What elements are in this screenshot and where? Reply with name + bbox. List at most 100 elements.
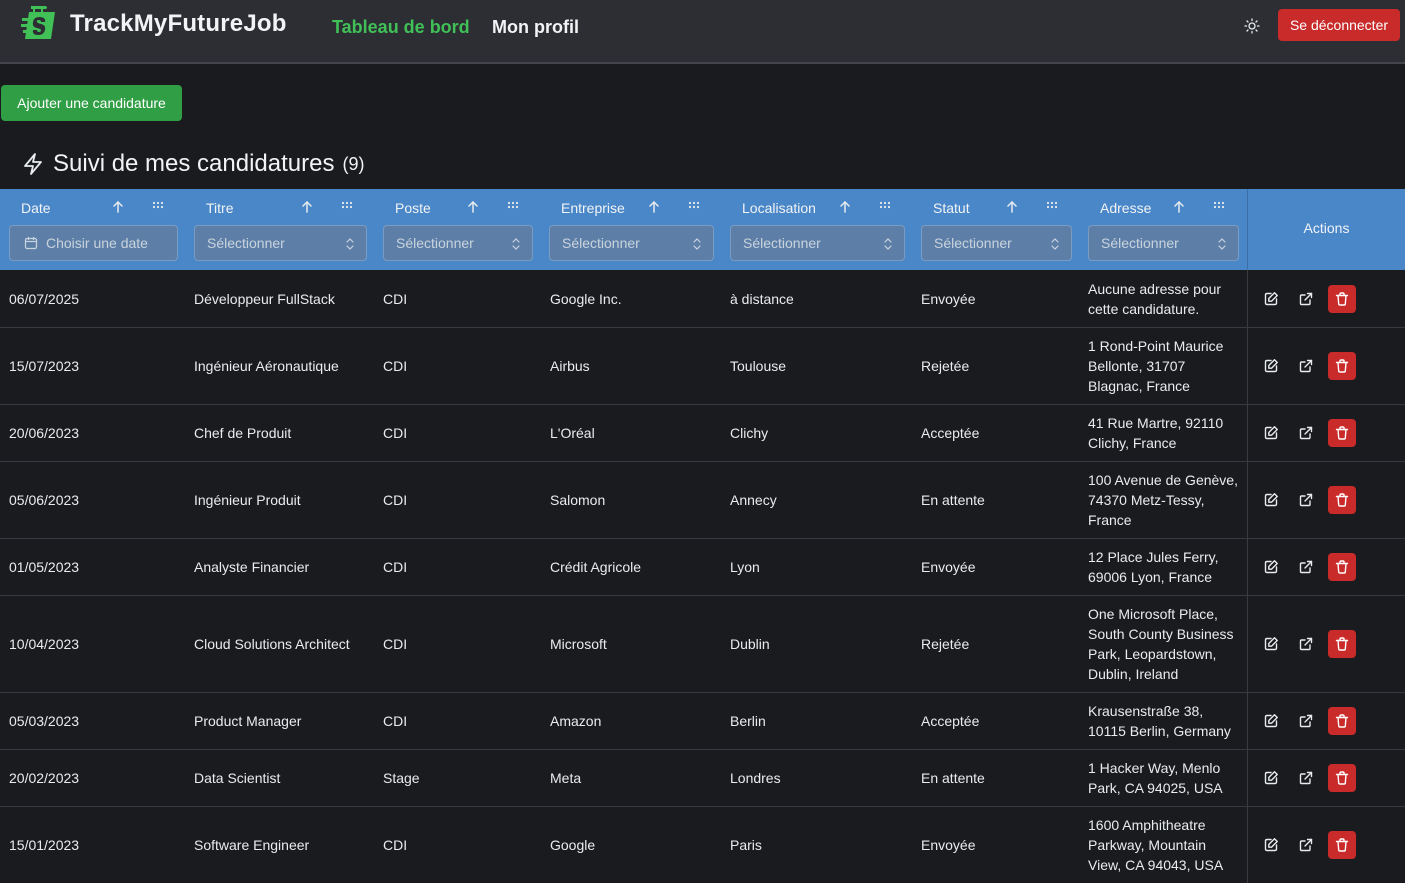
open-link-button[interactable] bbox=[1295, 489, 1317, 511]
trash-icon bbox=[1335, 637, 1349, 651]
date-filter-input[interactable]: Choisir une date bbox=[9, 225, 178, 261]
table-row: 10/04/2023 Cloud Solutions Architect CDI Mi… bbox=[0, 596, 1405, 693]
open-link-button[interactable] bbox=[1295, 633, 1317, 655]
edit-button[interactable] bbox=[1260, 767, 1282, 789]
edit-button[interactable] bbox=[1260, 288, 1282, 310]
grip-dots-icon[interactable] bbox=[878, 199, 892, 213]
edit-button[interactable] bbox=[1260, 489, 1282, 511]
app-title: TrackMyFutureJob bbox=[70, 10, 287, 37]
trash-icon bbox=[1335, 560, 1349, 574]
column-header-address: Adresse Sélectionner bbox=[1079, 189, 1247, 270]
cell-title: Ingénieur Aéronautique bbox=[194, 358, 339, 374]
nav-dashboard-link[interactable]: Tableau de bord bbox=[332, 17, 470, 38]
cell-position: CDI bbox=[383, 837, 408, 853]
company-filter-select[interactable]: Sélectionner bbox=[549, 225, 714, 261]
grip-dots-icon[interactable] bbox=[506, 199, 520, 213]
delete-button[interactable] bbox=[1328, 707, 1356, 735]
address-filter-select[interactable]: Sélectionner bbox=[1088, 225, 1239, 261]
cell-company: Crédit Agricole bbox=[550, 559, 642, 575]
cell-title: Software Engineer bbox=[194, 837, 310, 853]
cell-address: 41 Rue Martre, 92110 Clichy, France bbox=[1088, 415, 1224, 451]
arrow-up-icon[interactable] bbox=[1004, 199, 1020, 215]
edit-icon bbox=[1264, 291, 1278, 305]
add-application-button[interactable]: Ajouter une candidature bbox=[1, 85, 182, 121]
edit-icon bbox=[1264, 637, 1278, 651]
grip-dots-icon[interactable] bbox=[151, 199, 165, 213]
grip-dots-icon[interactable] bbox=[687, 199, 701, 213]
delete-button[interactable] bbox=[1328, 630, 1356, 658]
title-filter-select[interactable]: Sélectionner bbox=[194, 225, 367, 261]
delete-button[interactable] bbox=[1328, 352, 1356, 380]
open-link-button[interactable] bbox=[1295, 834, 1317, 856]
cell-location: à distance bbox=[730, 290, 794, 307]
column-label: Localisation bbox=[742, 200, 816, 216]
application-count: (9) bbox=[342, 153, 365, 174]
theme-toggle-button[interactable] bbox=[1238, 12, 1266, 40]
cell-location: Berlin bbox=[730, 713, 766, 729]
column-header-status: Statut Sélectionner bbox=[912, 189, 1079, 270]
cell-title: Product Manager bbox=[194, 713, 302, 729]
arrow-up-icon[interactable] bbox=[837, 199, 853, 215]
filter-placeholder: Sélectionner bbox=[396, 235, 474, 251]
status-filter-select[interactable]: Sélectionner bbox=[921, 225, 1072, 261]
arrow-up-icon[interactable] bbox=[110, 199, 126, 215]
cell-company: L'Oréal bbox=[550, 425, 595, 441]
edit-button[interactable] bbox=[1260, 556, 1282, 578]
grip-dots-icon[interactable] bbox=[340, 199, 354, 213]
column-header-actions: Actions bbox=[1247, 189, 1405, 270]
cell-status: En attente bbox=[921, 492, 985, 508]
column-header-company: Entreprise Sélectionner bbox=[541, 189, 721, 270]
arrow-up-icon[interactable] bbox=[299, 199, 315, 215]
edit-icon bbox=[1264, 426, 1278, 440]
shopping-bag-icon[interactable] bbox=[20, 4, 60, 42]
delete-button[interactable] bbox=[1328, 831, 1356, 859]
nav-profile-link[interactable]: Mon profil bbox=[492, 17, 579, 38]
external-link-icon bbox=[1299, 359, 1313, 373]
trash-icon bbox=[1335, 493, 1349, 507]
column-label: Adresse bbox=[1100, 200, 1152, 216]
delete-button[interactable] bbox=[1328, 553, 1356, 581]
arrow-up-icon[interactable] bbox=[646, 199, 662, 215]
edit-button[interactable] bbox=[1260, 710, 1282, 732]
delete-button[interactable] bbox=[1328, 764, 1356, 792]
cell-company: Amazon bbox=[550, 713, 602, 729]
external-link-icon bbox=[1299, 493, 1313, 507]
grip-dots-icon[interactable] bbox=[1045, 199, 1059, 213]
arrow-up-icon[interactable] bbox=[465, 199, 481, 215]
delete-button[interactable] bbox=[1328, 486, 1356, 514]
open-link-button[interactable] bbox=[1295, 556, 1317, 578]
filter-placeholder: Sélectionner bbox=[207, 235, 285, 251]
delete-button[interactable] bbox=[1328, 284, 1356, 313]
grip-dots-icon[interactable] bbox=[1212, 199, 1226, 213]
cell-title: Cloud Solutions Architect bbox=[194, 636, 350, 652]
table-row: 20/06/2023 Chef de Produit CDI L'Oréal Clich… bbox=[0, 405, 1405, 462]
delete-button[interactable] bbox=[1328, 419, 1356, 447]
open-link-button[interactable] bbox=[1295, 288, 1317, 310]
external-link-icon bbox=[1299, 771, 1313, 785]
sun-icon bbox=[1244, 18, 1260, 34]
edit-button[interactable] bbox=[1260, 355, 1282, 377]
arrow-up-icon[interactable] bbox=[1171, 199, 1187, 215]
cell-position: CDI bbox=[383, 492, 408, 508]
row-actions bbox=[1247, 462, 1405, 538]
open-link-button[interactable] bbox=[1295, 767, 1317, 789]
filter-placeholder: Choisir une date bbox=[46, 235, 148, 251]
position-filter-select[interactable]: Sélectionner bbox=[383, 225, 533, 261]
open-link-button[interactable] bbox=[1295, 710, 1317, 732]
filter-placeholder: Sélectionner bbox=[743, 235, 821, 251]
open-link-button[interactable] bbox=[1295, 422, 1317, 444]
cell-title: Développeur FullStack bbox=[194, 290, 335, 307]
logout-button[interactable]: Se déconnecter bbox=[1278, 9, 1400, 41]
cell-status: Acceptée bbox=[921, 425, 980, 441]
edit-button[interactable] bbox=[1260, 633, 1282, 655]
cell-status: Envoyée bbox=[921, 559, 976, 575]
page-title: Suivi de mes candidatures bbox=[53, 150, 335, 177]
calendar-icon bbox=[24, 237, 38, 250]
table-body: 06/07/2025 Développeur FullStack CDI Google… bbox=[0, 270, 1405, 883]
location-filter-select[interactable]: Sélectionner bbox=[730, 225, 905, 261]
open-link-button[interactable] bbox=[1295, 355, 1317, 377]
edit-button[interactable] bbox=[1260, 834, 1282, 856]
edit-button[interactable] bbox=[1260, 422, 1282, 444]
cell-company: Meta bbox=[550, 770, 582, 786]
row-actions bbox=[1247, 405, 1405, 461]
